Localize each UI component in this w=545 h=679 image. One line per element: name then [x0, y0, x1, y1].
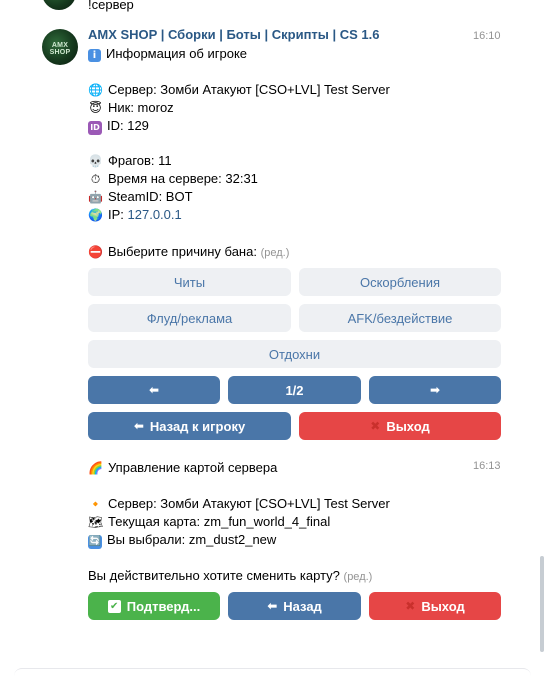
- cross-icon-2: ✖: [405, 599, 416, 613]
- flood-button-label: Флуд/реклама: [146, 310, 233, 326]
- confirm-prompt-text: Вы действительно хотите сменить карту?: [88, 568, 340, 583]
- exit-button[interactable]: ✖ Выход: [299, 412, 501, 440]
- composer-edge: [14, 668, 531, 679]
- message-time: 16:10: [473, 30, 501, 42]
- playtime-line: ⏱ Время на сервере: 32:31: [88, 170, 258, 188]
- prev-message-text: !сервер: [88, 0, 134, 12]
- playtime-text: Время на сервере: 32:31: [108, 171, 258, 186]
- edited-mark[interactable]: (ред.): [261, 247, 290, 259]
- current-map-line: 🗺 Текущая карта: zm_fun_world_4_final: [88, 513, 330, 531]
- ban-prompt-line: ⛔ Выберите причину бана: (ред.): [88, 243, 289, 262]
- map-server-text: Сервер: Зомби Атакуют [CSO+LVL] Test Ser…: [108, 496, 390, 511]
- refresh-icon: 🔄: [88, 535, 102, 549]
- back-arrow-icon: ⬅: [133, 419, 144, 433]
- back-button[interactable]: ⬅ Назад: [228, 592, 361, 620]
- diamond-icon: 🔸: [88, 497, 103, 511]
- globe-icon: 🌐: [88, 83, 103, 97]
- confirm-prompt-line: Вы действительно хотите сменить карту? (…: [88, 567, 372, 586]
- chosen-map-line: 🔄 Вы выбрали: zm_dust2_new: [88, 531, 276, 549]
- rest-button-label: Отдохни: [268, 346, 321, 362]
- rest-button[interactable]: Отдохни: [88, 340, 501, 368]
- cheats-button[interactable]: Читы: [88, 268, 291, 296]
- page-indicator-button[interactable]: 1/2: [228, 376, 361, 404]
- info-title: i Информация об игроке: [88, 45, 247, 63]
- info-icon: i: [88, 49, 101, 62]
- no-entry-icon: ⛔: [88, 245, 103, 259]
- afk-button[interactable]: AFK/бездействие: [299, 304, 501, 332]
- server-line: 🌐 Сервер: Зомби Атакуют [CSO+LVL] Test Se…: [88, 81, 390, 99]
- id-icon: ID: [88, 121, 102, 135]
- nick-text: Ник: moroz: [108, 100, 174, 115]
- prev-page-button[interactable]: ⬅: [88, 376, 220, 404]
- nick-line: 😇 Ник: moroz: [88, 99, 174, 117]
- face-icon: 😇: [89, 101, 102, 115]
- flood-button[interactable]: Флуд/реклама: [88, 304, 291, 332]
- confirm-button-label: Подтверд...: [126, 598, 201, 614]
- confirm-button[interactable]: ✔ Подтверд...: [88, 592, 220, 620]
- frags-line: 💀 Фрагов: 11: [88, 152, 172, 170]
- bot-avatar[interactable]: AMX SHOP: [42, 29, 78, 65]
- skull-icon: 💀: [88, 154, 103, 168]
- edited-mark-2[interactable]: (ред.): [344, 571, 373, 583]
- map-title-text: Управление картой сервера: [108, 460, 278, 475]
- back-to-player-button[interactable]: ⬅ Назад к игроку: [88, 412, 291, 440]
- arrow-left-icon: ⬅: [148, 383, 160, 397]
- chosen-map-text: Вы выбрали: zm_dust2_new: [107, 532, 277, 547]
- scrollbar[interactable]: [540, 556, 544, 652]
- steamid-text: SteamID: BOT: [108, 189, 193, 204]
- afk-button-label: AFK/бездействие: [347, 310, 453, 326]
- earth-icon: 🌍: [88, 208, 103, 222]
- rainbow-icon: 🌈: [88, 461, 103, 475]
- back-button-label: Назад: [283, 598, 322, 614]
- info-title-text: Информация об игроке: [106, 46, 248, 61]
- map-server-line: 🔸 Сервер: Зомби Атакуют [CSO+LVL] Test Se…: [88, 495, 390, 513]
- exit-button-2[interactable]: ✖ Выход: [369, 592, 501, 620]
- message-time-2: 16:13: [473, 460, 501, 472]
- sender-name[interactable]: AMX SHOP | Сборки | Боты | Скрипты | CS …: [88, 27, 380, 42]
- page-indicator-label: 1/2: [285, 382, 304, 398]
- frags-text: Фрагов: 11: [108, 153, 172, 168]
- check-icon: ✔: [107, 599, 121, 613]
- avatar-logo-text: AMX SHOP: [49, 42, 71, 56]
- map-title-line: 🌈 Управление картой сервера: [88, 459, 277, 477]
- id-text: ID: 129: [107, 118, 149, 133]
- back-to-player-label: Назад к игроку: [149, 418, 246, 434]
- ban-prompt-text: Выберите причину бана:: [108, 244, 257, 259]
- ip-label: IP:: [108, 207, 128, 222]
- current-map-text: Текущая карта: zm_fun_world_4_final: [108, 514, 331, 529]
- next-page-button[interactable]: ➡: [369, 376, 501, 404]
- insults-button[interactable]: Оскорбления: [299, 268, 501, 296]
- ip-link[interactable]: 127.0.0.1: [128, 207, 182, 222]
- exit-button-2-label: Выход: [421, 598, 465, 614]
- steamid-line: 🤖 SteamID: BOT: [88, 188, 193, 206]
- exit-button-label: Выход: [386, 418, 430, 434]
- cheats-button-label: Читы: [173, 274, 206, 290]
- ip-line: 🌍 IP: 127.0.0.1: [88, 206, 182, 224]
- server-text: Сервер: Зомби Атакуют [CSO+LVL] Test Ser…: [108, 82, 390, 97]
- arrow-left-icon-2: ⬅: [267, 599, 278, 613]
- insults-button-label: Оскорбления: [359, 274, 441, 290]
- arrow-right-icon: ➡: [429, 383, 441, 397]
- id-line: ID ID: 129: [88, 117, 149, 135]
- robot-icon: 🤖: [88, 190, 103, 204]
- stopwatch-icon: ⏱: [90, 172, 101, 186]
- prev-avatar[interactable]: [42, 0, 76, 10]
- cross-icon: ✖: [370, 419, 381, 433]
- map-icon: 🗺: [88, 515, 104, 529]
